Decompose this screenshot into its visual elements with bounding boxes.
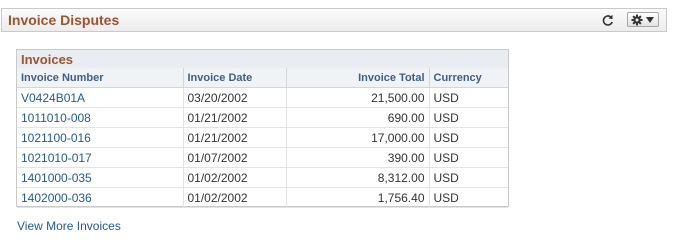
currency-cell: USD	[429, 127, 508, 148]
currency-cell: USD	[429, 107, 508, 128]
invoice-date-cell: 01/21/2002	[183, 127, 287, 148]
column-header-currency[interactable]: Currency	[429, 68, 508, 88]
currency-cell: USD	[429, 87, 508, 108]
table-row: 1021100-016 01/21/2002 17,000.00 USD	[17, 127, 508, 148]
invoice-date-cell: 01/07/2002	[183, 147, 287, 168]
invoice-number-link[interactable]: 1402000-036	[21, 191, 92, 205]
invoice-total-cell: 690.00	[286, 107, 430, 128]
column-header-invoice-total[interactable]: Invoice Total	[286, 68, 430, 88]
invoices-grid: Invoices Invoice Number Invoice Date Inv…	[16, 49, 509, 208]
view-more-invoices-link[interactable]: View More Invoices	[17, 219, 121, 233]
invoice-number-link[interactable]: 1011010-008	[21, 111, 91, 125]
invoice-number-link[interactable]: 1401000-035	[21, 171, 92, 185]
chevron-down-icon	[646, 17, 654, 23]
invoice-date-cell: 01/02/2002	[183, 187, 287, 208]
column-header-invoice-number[interactable]: Invoice Number	[17, 68, 184, 88]
invoice-number-link[interactable]: 1021010-017	[21, 151, 92, 165]
invoice-total-cell: 1,756.40	[286, 187, 430, 208]
pagelet-header: Invoice Disputes	[1, 8, 667, 32]
invoice-total-cell: 390.00	[286, 147, 430, 168]
column-header-invoice-date[interactable]: Invoice Date	[183, 68, 287, 88]
invoice-number-link[interactable]: 1021100-016	[21, 131, 91, 145]
currency-cell: USD	[429, 147, 508, 168]
currency-cell: USD	[429, 187, 508, 208]
invoice-date-cell: 01/02/2002	[183, 167, 287, 188]
invoice-date-cell: 01/21/2002	[183, 107, 287, 128]
table-row: 1401000-035 01/02/2002 8,312.00 USD	[17, 167, 508, 188]
gear-icon	[631, 14, 643, 26]
table-header-row: Invoice Number Invoice Date Invoice Tota…	[17, 68, 508, 88]
pagelet-options-button[interactable]	[627, 12, 659, 27]
invoice-total-cell: 17,000.00	[286, 127, 430, 148]
invoice-total-cell: 8,312.00	[286, 167, 430, 188]
currency-cell: USD	[429, 167, 508, 188]
refresh-icon[interactable]	[601, 13, 615, 27]
table-row: V0424B01A 03/20/2002 21,500.00 USD	[17, 87, 508, 108]
invoice-date-cell: 03/20/2002	[183, 87, 287, 108]
invoice-number-link[interactable]: V0424B01A	[21, 91, 85, 105]
invoices-table: Invoice Number Invoice Date Invoice Tota…	[17, 68, 508, 208]
table-row: 1402000-036 01/02/2002 1,756.40 USD	[17, 187, 508, 208]
pagelet-title: Invoice Disputes	[8, 12, 120, 28]
grid-title: Invoices	[17, 50, 508, 68]
table-row: 1011010-008 01/21/2002 690.00 USD	[17, 107, 508, 128]
invoice-total-cell: 21,500.00	[286, 87, 430, 108]
table-row: 1021010-017 01/07/2002 390.00 USD	[17, 147, 508, 168]
